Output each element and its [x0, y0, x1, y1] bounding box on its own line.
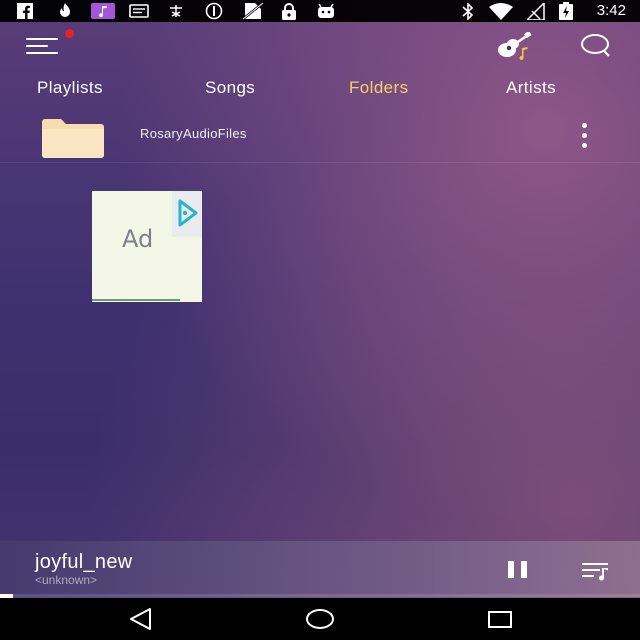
- android-icon: [316, 3, 336, 19]
- now-playing-bar[interactable]: joyful_new <unknown>: [0, 541, 640, 597]
- battery-charging-icon: [558, 2, 574, 20]
- ad-banner[interactable]: Ad: [92, 191, 202, 302]
- more-dot: [581, 122, 587, 128]
- pause-icon: [508, 561, 514, 578]
- no-signal-icon: [526, 2, 546, 20]
- recents-icon: [488, 611, 512, 628]
- queue-button[interactable]: [580, 559, 612, 583]
- pause-icon: [521, 561, 527, 578]
- lock-icon: [280, 2, 298, 20]
- wifi-icon: [488, 2, 514, 20]
- back-icon: [130, 608, 151, 630]
- facebook-icon: [16, 3, 34, 19]
- no-sim-icon: [240, 2, 266, 20]
- track-title: joyful_new: [35, 551, 133, 573]
- home-icon: [306, 609, 334, 629]
- guitar-icon: [498, 31, 532, 60]
- guitar-button[interactable]: [496, 31, 534, 60]
- status-time: 3:42: [596, 2, 626, 19]
- queue-icon: [582, 563, 608, 581]
- menu-line: [26, 38, 58, 40]
- search-icon: [581, 34, 610, 57]
- more-dot: [581, 142, 587, 148]
- folder-list-item[interactable]: RosaryAudioFiles: [0, 106, 640, 163]
- more-options-button[interactable]: [572, 118, 596, 152]
- ad-divider: [92, 299, 180, 301]
- app-screen: 3:42 Playlists Songs Folders Artists Ros…: [0, 0, 640, 640]
- music-app-icon: [90, 3, 116, 19]
- tab-artists[interactable]: Artists: [506, 78, 556, 98]
- ad-label: Ad: [122, 225, 154, 253]
- ad-choices-button[interactable]: [172, 191, 202, 237]
- more-dot: [581, 132, 587, 138]
- tab-playlists[interactable]: Playlists: [37, 78, 103, 98]
- track-artist: <unknown>: [35, 573, 98, 587]
- pause-button[interactable]: [506, 559, 530, 581]
- notification-dot: [65, 29, 74, 38]
- bluetooth-icon: [460, 2, 476, 20]
- menu-line: [26, 45, 48, 47]
- tab-folders[interactable]: Folders: [349, 78, 409, 98]
- fire-icon: [56, 3, 74, 19]
- library-tabs: Playlists Songs Folders Artists: [0, 74, 640, 104]
- back-button[interactable]: [126, 606, 156, 632]
- hamburger-menu-button[interactable]: [26, 34, 60, 58]
- recents-button[interactable]: [486, 606, 516, 632]
- message-icon: [128, 3, 150, 19]
- folder-name: RosaryAudioFiles: [140, 126, 247, 141]
- system-navigation-bar: [0, 598, 640, 640]
- ad-choices-icon: [178, 199, 198, 227]
- folder-icon: [42, 119, 104, 158]
- menu-line: [26, 52, 58, 54]
- tab-songs[interactable]: Songs: [205, 78, 255, 98]
- cast-icon: [166, 3, 186, 19]
- home-button[interactable]: [304, 606, 336, 632]
- sync-icon: [204, 2, 224, 20]
- search-button[interactable]: [578, 32, 614, 60]
- status-bar: 3:42: [0, 0, 640, 22]
